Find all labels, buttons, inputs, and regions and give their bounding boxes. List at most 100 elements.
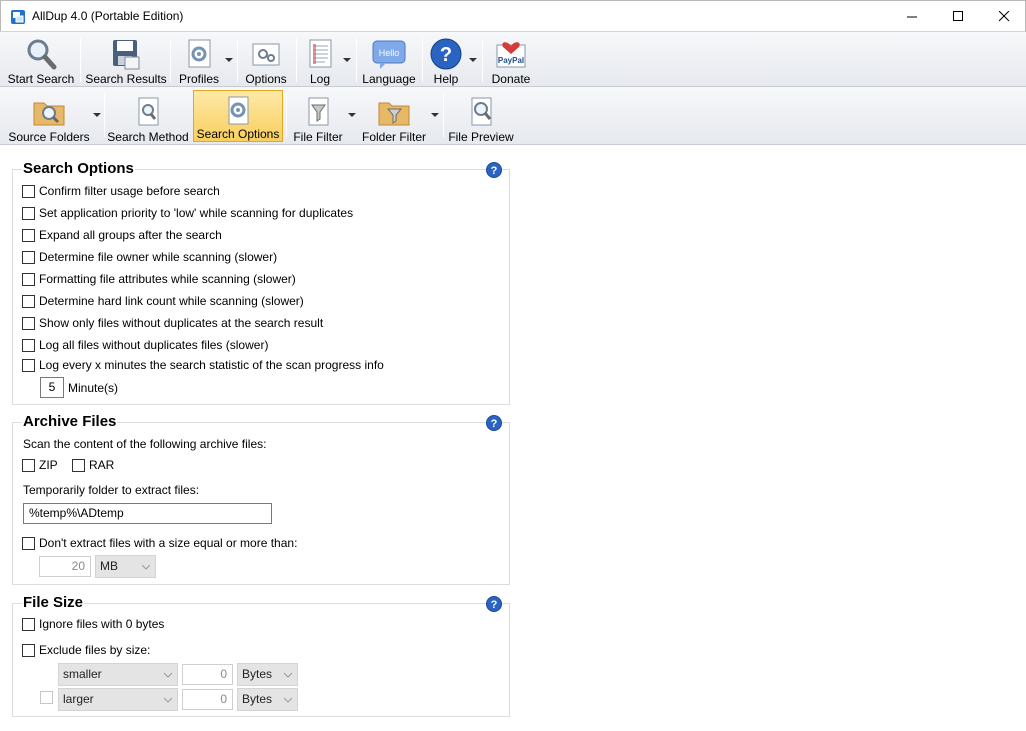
checkbox-row[interactable]: Exclude files by size: — [22, 643, 150, 657]
maximize-button[interactable] — [935, 1, 981, 31]
settings-toolbar: Source Folders Search Method Search Opti… — [0, 87, 1026, 145]
checkbox-label: Determine hard link count while scanning… — [39, 294, 304, 308]
language-button[interactable]: Hello Language — [360, 32, 418, 86]
donate-label: Donate — [491, 72, 531, 86]
file-size-title: File Size — [22, 594, 85, 611]
tab-search-method[interactable]: Search Method — [107, 87, 189, 144]
checkbox[interactable] — [22, 536, 35, 550]
separator — [170, 38, 171, 82]
help-button[interactable]: ? Help — [426, 32, 466, 86]
checkbox[interactable] — [72, 458, 85, 472]
checkbox-label: Confirm filter usage before search — [39, 184, 220, 198]
profiles-dropdown-icon[interactable] — [224, 57, 234, 65]
checkbox[interactable] — [22, 250, 35, 264]
minimize-button[interactable] — [889, 1, 935, 31]
chevron-down-icon — [164, 697, 172, 703]
separator — [443, 93, 444, 137]
help-icon[interactable]: ? — [486, 415, 502, 431]
checkbox[interactable] — [22, 458, 35, 472]
size-limit-label: Don't extract files with a size equal or… — [39, 536, 298, 550]
file-filter-icon — [301, 95, 335, 129]
help-icon[interactable]: ? — [486, 596, 502, 612]
archive-files-title: Archive Files — [22, 413, 118, 430]
search-options-label: Search Options — [196, 127, 280, 141]
checkbox[interactable] — [22, 228, 35, 242]
close-button[interactable] — [981, 1, 1026, 31]
checkbox-row[interactable]: Ignore files with 0 bytes — [22, 617, 164, 631]
temp-folder-input[interactable]: %temp%\ADtemp — [23, 503, 272, 524]
profiles-button[interactable]: Profiles — [174, 32, 224, 86]
folder-filter-dropdown-icon[interactable] — [430, 112, 440, 120]
log-icon — [303, 37, 337, 71]
zip-checkbox-row[interactable]: ZIP — [22, 458, 58, 472]
checkbox-row[interactable]: Expand all groups after the search — [22, 228, 222, 242]
checkbox-label: Expand all groups after the search — [39, 228, 222, 242]
file-preview-label: File Preview — [448, 130, 514, 144]
temp-folder-label: Temporarily folder to extract files: — [23, 483, 200, 497]
log-button[interactable]: Log — [300, 32, 340, 86]
log-dropdown-icon[interactable] — [342, 57, 352, 65]
checkbox[interactable] — [22, 358, 35, 372]
size-unit-select[interactable]: MB — [95, 555, 156, 578]
search-results-button[interactable]: Search Results — [85, 32, 167, 86]
separator — [482, 38, 483, 82]
tab-folder-filter[interactable]: Folder Filter — [360, 87, 428, 144]
tab-source-folders[interactable]: Source Folders — [6, 87, 92, 144]
checkbox[interactable] — [22, 338, 35, 352]
start-search-button[interactable]: Start Search — [6, 32, 76, 86]
svg-text:PayPal: PayPal — [498, 56, 524, 65]
hello-bubble-icon: Hello — [372, 37, 406, 71]
compare-select[interactable]: larger — [58, 688, 178, 711]
checkbox-row[interactable]: Log all files without duplicates files (… — [22, 338, 268, 352]
rar-label: RAR — [89, 458, 115, 472]
source-folders-dropdown-icon[interactable] — [92, 112, 102, 120]
compare-select[interactable]: smaller — [58, 663, 178, 686]
checkbox[interactable] — [22, 294, 35, 308]
separator — [296, 38, 297, 82]
checkbox-row[interactable]: Don't extract files with a size equal or… — [22, 536, 297, 550]
search-options-title: Search Options — [22, 160, 135, 177]
separator — [422, 38, 423, 82]
checkbox[interactable] — [22, 617, 35, 631]
file-preview-icon — [464, 95, 498, 129]
chevron-down-icon — [164, 672, 172, 678]
minimize-icon — [906, 16, 917, 17]
size-value-input[interactable]: 0 — [182, 689, 233, 710]
checkbox[interactable] — [22, 316, 35, 330]
checkbox[interactable] — [22, 206, 35, 220]
profiles-icon — [182, 37, 216, 71]
help-label: Help — [433, 72, 459, 86]
tab-search-options[interactable]: Search Options — [193, 90, 283, 142]
checkbox-row[interactable]: Formatting file attributes while scannin… — [22, 272, 296, 286]
help-icon[interactable]: ? — [486, 162, 502, 178]
checkbox-row[interactable]: Show only files without duplicates at th… — [22, 316, 323, 330]
start-search-label: Start Search — [7, 72, 75, 86]
help-dropdown-icon[interactable] — [468, 57, 478, 65]
size-value-input[interactable]: 0 — [182, 664, 233, 685]
checkbox[interactable] — [22, 272, 35, 286]
minutes-label: Minute(s) — [68, 381, 119, 395]
checkbox-row[interactable]: Confirm filter usage before search — [22, 184, 220, 198]
rar-checkbox-row[interactable]: RAR — [72, 458, 114, 472]
size-limit-input[interactable]: 20 — [39, 556, 91, 577]
unit-select[interactable]: Bytes — [237, 688, 298, 711]
checkbox[interactable] — [40, 691, 53, 704]
options-button[interactable]: Options — [242, 32, 290, 86]
checkbox-row[interactable]: Set application priority to 'low' while … — [22, 206, 353, 220]
title-bar: AllDup 4.0 (Portable Edition) — [0, 0, 1026, 31]
checkbox-row[interactable]: Log every x minutes the search statistic… — [22, 358, 384, 372]
unit-select[interactable]: Bytes — [237, 663, 298, 686]
checkbox-row[interactable]: Determine hard link count while scanning… — [22, 294, 304, 308]
checkbox-row[interactable]: Determine file owner while scanning (slo… — [22, 250, 277, 264]
search-options-icon — [221, 95, 255, 126]
file-filter-dropdown-icon[interactable] — [347, 112, 357, 120]
tab-file-filter[interactable]: File Filter — [290, 87, 346, 144]
checkbox[interactable] — [22, 643, 35, 657]
minutes-input[interactable]: 5 — [40, 377, 64, 398]
donate-button[interactable]: PayPal Donate — [487, 32, 535, 86]
app-icon — [10, 9, 26, 25]
options-label: Options — [245, 72, 287, 86]
tab-file-preview[interactable]: File Preview — [448, 87, 514, 144]
size-unit-value: MB — [100, 559, 118, 573]
checkbox[interactable] — [22, 184, 35, 198]
